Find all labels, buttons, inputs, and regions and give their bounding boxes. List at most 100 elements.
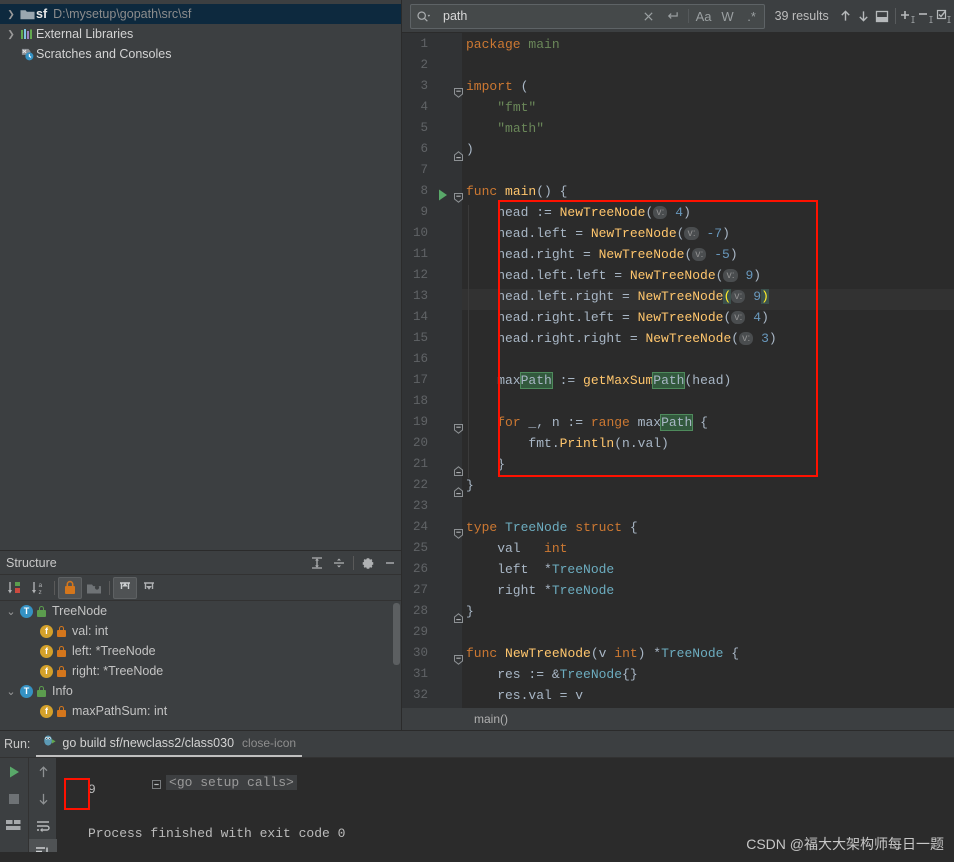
line-number: 15 — [412, 331, 428, 345]
remove-selection-icon[interactable] — [918, 5, 936, 28]
rerun-icon[interactable] — [0, 758, 28, 785]
structure-item-label: right: *TreeNode — [72, 664, 164, 678]
search-field[interactable]: path Aa W .* — [410, 3, 765, 29]
chevron-down-icon[interactable]: ⌄ — [4, 685, 18, 698]
select-all-occurrences-icon[interactable] — [936, 5, 954, 28]
sort-by-visibility-icon[interactable] — [3, 577, 27, 599]
show-non-public-icon[interactable] — [58, 576, 82, 599]
line-number: 8 — [420, 184, 428, 198]
private-lock-icon — [57, 645, 66, 657]
collapse-all-nodes-icon[interactable] — [137, 577, 161, 599]
line-number: 20 — [412, 436, 428, 450]
line-number: 9 — [420, 205, 428, 219]
code-line: left *TreeNode — [466, 562, 615, 577]
project-tree-panel: ❯ sf D:\mysetup\gopath\src\sf ❯ External Lib… — [0, 0, 402, 550]
structure-item[interactable]: ⌄ T TreeNode — [0, 601, 401, 621]
search-icon[interactable] — [411, 5, 435, 28]
collapse-all-icon[interactable] — [328, 553, 350, 573]
project-tree-item-path: D:\mysetup\gopath\src\sf — [53, 7, 192, 21]
go-setup-calls-fold[interactable]: <go setup calls> — [166, 775, 297, 790]
words-toggle[interactable]: W — [716, 5, 740, 28]
show-fields-icon[interactable] — [82, 577, 106, 599]
layout-icon[interactable] — [0, 812, 28, 839]
code-line: "fmt" — [497, 100, 537, 115]
structure-item-label: maxPathSum: int — [72, 704, 168, 718]
run-toolbar-left — [0, 758, 28, 862]
divider — [687, 9, 689, 23]
close-icon[interactable]: close-icon — [242, 736, 296, 750]
libraries-icon — [18, 28, 36, 41]
run-tab[interactable]: go build sf/newclass2/class030 close-ico… — [36, 731, 303, 757]
run-label: Run: — [4, 737, 31, 751]
project-tree-item-label: External Libraries — [36, 27, 134, 41]
code-editor[interactable]: 1 2 3 4 5 6 7 8 9 10 11 12 13 14 15 16 17 18 19 20 21 22 23 24 2… — [402, 33, 954, 711]
watermark: CSDN @福大大架构师每日一题 — [746, 836, 944, 852]
arrow-up-icon[interactable] — [837, 5, 855, 28]
code-line: ) — [466, 142, 474, 157]
expand-all-icon[interactable] — [306, 553, 328, 573]
add-selection-icon[interactable] — [900, 5, 918, 28]
run-tab-label: go build sf/newclass2/class030 — [62, 736, 235, 750]
structure-item[interactable]: f left: *TreeNode — [0, 641, 401, 661]
match-case-toggle[interactable]: Aa — [692, 5, 716, 28]
breadcrumb[interactable]: main() — [402, 708, 954, 730]
line-number: 32 — [412, 688, 428, 702]
structure-toolbar: a z — [0, 575, 401, 601]
run-toolbar-left-2 — [28, 758, 57, 862]
svg-text:z: z — [39, 589, 42, 596]
line-number: 18 — [412, 394, 428, 408]
expand-all-nodes-icon[interactable] — [113, 576, 137, 599]
open-in-find-window-icon[interactable] — [873, 5, 891, 28]
code-line: } — [466, 478, 474, 493]
regex-toggle[interactable]: .* — [740, 5, 764, 28]
line-number: 10 — [412, 226, 428, 240]
line-number: 6 — [420, 142, 428, 156]
sort-alphabetically-icon[interactable]: a z — [27, 577, 51, 599]
arrow-up-icon[interactable] — [29, 758, 57, 785]
chevron-right-icon[interactable]: ❯ — [4, 24, 18, 44]
stop-icon[interactable] — [0, 785, 28, 812]
newline-icon[interactable] — [661, 5, 685, 28]
public-lock-icon — [37, 685, 46, 697]
structure-scrollbar[interactable] — [393, 603, 400, 665]
structure-item[interactable]: f maxPathSum: int — [0, 701, 401, 721]
code-line: res.val = v — [466, 688, 584, 703]
arrow-down-icon[interactable] — [29, 785, 57, 812]
structure-item[interactable]: f val: int — [0, 621, 401, 641]
structure-item[interactable]: ⌄ T Info — [0, 681, 401, 701]
structure-header: Structure — [0, 551, 401, 575]
editor-gutter[interactable]: 1 2 3 4 5 6 7 8 9 10 11 12 13 14 15 16 17 18 19 20 21 22 23 24 2… — [402, 33, 463, 711]
project-tree-item[interactable]: ❯ sf D:\mysetup\gopath\src\sf — [0, 4, 401, 24]
gear-icon[interactable] — [357, 553, 379, 573]
project-tree-item-label: sf — [36, 7, 48, 21]
line-number: 26 — [412, 562, 428, 576]
arrow-down-icon[interactable] — [855, 5, 873, 28]
chevron-down-icon[interactable]: ⌄ — [4, 605, 18, 618]
code-line: } — [466, 604, 474, 619]
line-number: 11 — [412, 247, 428, 261]
search-input[interactable]: path — [435, 9, 637, 23]
line-number: 13 — [412, 289, 428, 303]
field-icon: f — [40, 644, 53, 658]
field-icon: f — [40, 624, 53, 638]
soft-wrap-icon[interactable] — [29, 812, 57, 839]
code-line: val int — [466, 541, 568, 556]
line-number: 16 — [412, 352, 428, 366]
run-gutter-icon[interactable] — [438, 188, 448, 206]
type-icon: T — [20, 684, 33, 698]
divider — [895, 8, 896, 24]
line-number: 22 — [412, 478, 428, 492]
annotation-box-code — [498, 200, 818, 477]
annotation-box-output — [64, 778, 90, 810]
line-number: 27 — [412, 583, 428, 597]
minimize-icon[interactable] — [379, 553, 401, 573]
chevron-right-icon[interactable]: ❯ — [4, 4, 18, 24]
structure-item[interactable]: f right: *TreeNode — [0, 661, 401, 681]
project-tree-item[interactable]: ❯ External Libraries — [0, 24, 401, 44]
field-icon: f — [40, 704, 53, 718]
project-tree-item[interactable]: Scratches and Consoles — [0, 44, 401, 64]
close-icon[interactable] — [637, 5, 661, 28]
type-icon: T — [20, 604, 33, 618]
code-line: res := &TreeNode{} — [466, 667, 638, 682]
project-tree-item-label: Scratches and Consoles — [36, 47, 172, 61]
